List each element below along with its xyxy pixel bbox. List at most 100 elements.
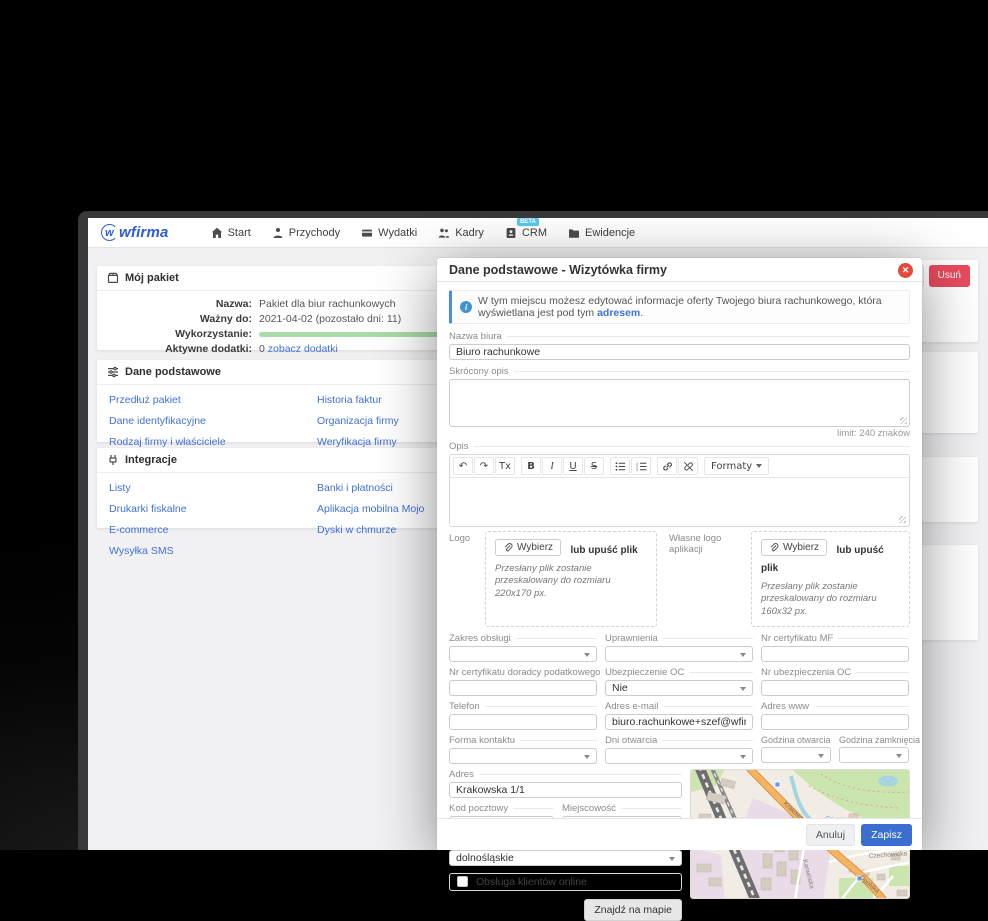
nav-item-crm[interactable]: BETA CRM [505, 218, 547, 239]
uprawnienia-select[interactable] [605, 645, 753, 662]
bold-icon[interactable]: B [521, 457, 541, 475]
logo-upload-row: Logo Wybierz lub upuść plik Przesłany pl… [449, 531, 910, 627]
cancel-button[interactable]: Anuluj [805, 823, 856, 846]
link-drukarki-fiskalne[interactable]: Drukarki fiskalne [109, 503, 187, 515]
panel-title: Integracje [125, 454, 177, 466]
field-zakres-obslugi: Zakres obsługi [449, 633, 597, 662]
strikethrough-icon[interactable]: S [584, 457, 604, 475]
field-nr-ubezpieczenia-oc: Nr ubezpieczenia OC [761, 667, 909, 696]
home-icon [211, 227, 222, 238]
panel-title: Dane podstawowe [125, 366, 221, 378]
link-listy[interactable]: Listy [109, 482, 131, 494]
wojewodztwo-select[interactable]: dolnośląskie [449, 849, 682, 866]
link-przedluz-pakiet[interactable]: Przedłuż pakiet [109, 394, 181, 406]
save-button[interactable]: Zapisz [861, 823, 912, 846]
link-weryfikacja-firmy[interactable]: Weryfikacja firmy [317, 436, 397, 448]
undo-icon[interactable]: ↶ [453, 457, 473, 475]
adres-www-input[interactable] [761, 713, 909, 730]
package-icon [107, 272, 119, 284]
ubezpieczenie-oc-select[interactable]: Nie [605, 679, 753, 696]
link-wysylka-sms[interactable]: Wysyłka SMS [109, 545, 174, 557]
field-nr-certyfikatu-mf: Nr certyfikatu MF [761, 633, 909, 662]
nazwa-biura-input[interactable] [449, 344, 910, 360]
nav-item-kadry[interactable]: Kadry [438, 227, 484, 239]
nr-ubezpieczenia-oc-input[interactable] [761, 679, 909, 696]
online-service-checkbox[interactable] [457, 876, 468, 888]
find-on-map-button[interactable]: Znajdź na mapie [584, 898, 682, 921]
address-book-icon [506, 227, 516, 238]
formats-dropdown[interactable]: Formaty [704, 457, 770, 475]
adres-email-input[interactable] [605, 713, 753, 730]
logo-dropzone[interactable]: Wybierz lub upuść plik Przesłany plik zo… [485, 531, 657, 627]
field-godzina-otwarcia: Godzina otwarcia [761, 735, 831, 764]
field-label: Uprawnienia [605, 633, 753, 644]
link-icon[interactable] [657, 457, 677, 475]
field-ubezpieczenie-oc: Ubezpieczenie OC Nie [605, 667, 753, 696]
field-label: Forma kontaktu [449, 735, 597, 746]
nav-item-ewidencje[interactable]: Ewidencje [568, 227, 635, 239]
nav-label: Kadry [455, 226, 484, 239]
nav-item-przychody[interactable]: Przychody [272, 227, 340, 239]
link-historia-faktur[interactable]: Historia faktur [317, 394, 382, 406]
logo-size-hint: Przesłany plik zostanie przeskalowany do… [495, 562, 611, 600]
panel-title: Mój pakiet [125, 272, 179, 284]
editor-toolbar: ↶ ↷ Tx B I U S 123 Formaty [450, 455, 909, 478]
nr-certyfikatu-doradcy-input[interactable] [449, 679, 597, 696]
redo-icon[interactable]: ↷ [474, 457, 494, 475]
modal-wizytowka-firmy: Dane podstawowe - Wizytówka firmy ✕ i W … [437, 258, 922, 921]
link-dyski-chmurze[interactable]: Dyski w chmurze [317, 524, 396, 536]
formats-label: Formaty [711, 460, 753, 472]
telefon-input[interactable] [449, 713, 597, 730]
link-organizacja-firmy[interactable]: Organizacja firmy [317, 415, 399, 427]
top-navbar: w wfirma Start Przychody Wydatki Kadry B… [88, 218, 988, 248]
person-icon [273, 227, 283, 238]
resize-handle-icon[interactable] [899, 516, 906, 523]
modal-title: Dane podstawowe - Wizytówka firmy [449, 263, 667, 277]
link-rodzaj-firmy[interactable]: Rodzaj firmy i właściciele [109, 436, 226, 448]
wfirma-logo[interactable]: w wfirma [101, 224, 169, 241]
logo-choose-button[interactable]: Wybierz [495, 539, 562, 556]
delete-button[interactable]: Usuń [928, 265, 970, 287]
link-banki-platnosci[interactable]: Banki i płatności [317, 482, 393, 494]
skrocony-opis-textarea[interactable] [449, 379, 910, 427]
godzina-zamkniecia-select[interactable] [839, 746, 909, 763]
italic-icon[interactable]: I [542, 457, 562, 475]
adres-input[interactable] [449, 781, 682, 798]
zakres-obslugi-select[interactable] [449, 645, 597, 662]
bullet-list-icon[interactable] [610, 457, 630, 475]
online-service-option: Obsługa klientów online [449, 872, 682, 891]
numbered-list-icon[interactable]: 123 [631, 457, 651, 475]
usage-progress-bar [259, 332, 444, 337]
field-label: Opis [449, 441, 910, 452]
link-ecommerce[interactable]: E-commerce [109, 524, 169, 536]
field-label: Godzina zamknięcia [839, 734, 921, 745]
char-limit-note: limit: 240 znaków [837, 428, 910, 439]
godzina-otwarcia-select[interactable] [761, 746, 831, 763]
see-addons-link[interactable]: zobacz dodatki [268, 343, 338, 355]
nav-item-start[interactable]: Start [211, 227, 251, 239]
address-link[interactable]: adresem [597, 307, 640, 319]
field-label: Ubezpieczenie OC [605, 667, 753, 678]
field-adres: Adres [449, 769, 682, 798]
close-icon[interactable]: ✕ [898, 263, 913, 278]
link-aplikacja-mojo[interactable]: Aplikacja mobilna Mojo [317, 503, 424, 515]
people-icon [438, 228, 450, 238]
underline-icon[interactable]: U [563, 457, 583, 475]
nr-certyfikatu-mf-input[interactable] [761, 645, 909, 662]
field-label: Adres www [761, 701, 909, 712]
unlink-icon[interactable] [678, 457, 698, 475]
forma-kontaktu-select[interactable] [449, 747, 597, 764]
app-logo-choose-button[interactable]: Wybierz [761, 539, 828, 556]
editor-content[interactable] [450, 478, 909, 526]
dni-otwarcia-select[interactable] [605, 747, 753, 764]
row-label: Ważny do: [199, 313, 252, 325]
field-forma-kontaktu: Forma kontaktu [449, 735, 597, 764]
clear-formatting-icon[interactable]: Tx [495, 457, 515, 475]
link-dane-identyfikacyjne[interactable]: Dane identyfikacyjne [109, 415, 206, 427]
app-logo-size-hint: Przesłany plik zostanie przeskalowany do… [761, 580, 877, 618]
row-value: 0 zobacz dodatki [259, 342, 338, 357]
nav-item-wydatki[interactable]: Wydatki [361, 227, 417, 239]
app-logo-dropzone[interactable]: Wybierz lub upuść plik Przesłany plik zo… [751, 531, 910, 627]
field-label: Skrócony opis [449, 366, 910, 377]
paperclip-icon [770, 542, 779, 551]
